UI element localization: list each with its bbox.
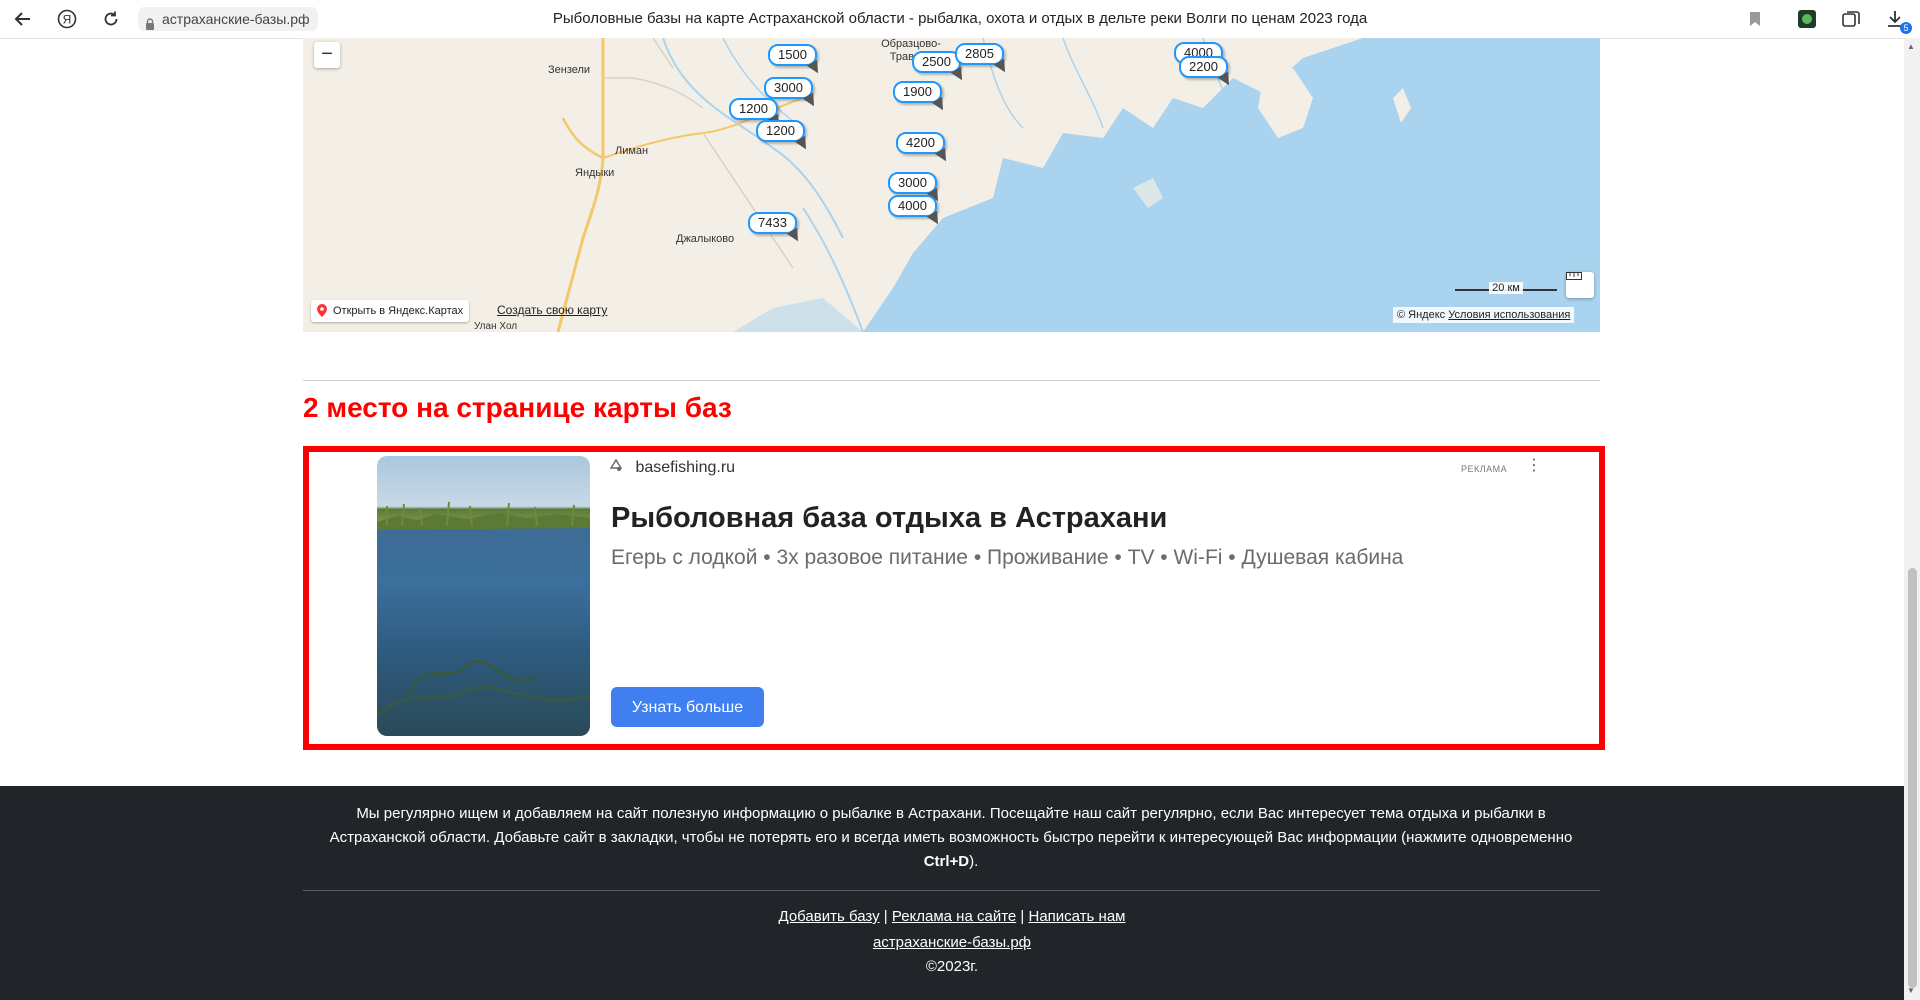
map-pin-icon: [317, 304, 327, 317]
learn-more-button[interactable]: Узнать больше: [611, 687, 764, 727]
collections-icon[interactable]: [1838, 6, 1864, 32]
terms-of-use-link[interactable]: Условия использования: [1448, 309, 1570, 321]
section-divider: [303, 380, 1600, 381]
price-marker[interactable]: 7433: [748, 212, 797, 234]
advertising-link[interactable]: Реклама на сайте: [892, 908, 1016, 925]
reload-icon[interactable]: [98, 6, 124, 32]
map-canvas: [556, 38, 1600, 332]
download-icon[interactable]: 5: [1882, 6, 1912, 34]
bookmark-icon[interactable]: [1742, 6, 1768, 32]
copyright-text: © Яндекс: [1397, 309, 1446, 321]
add-base-link[interactable]: Добавить базу: [779, 908, 880, 925]
create-map-link[interactable]: Создать свою карту: [497, 303, 607, 317]
scroll-thumb[interactable]: [1908, 568, 1917, 988]
ad-block[interactable]: basefishing.ru РЕКЛАМА ⋮ Рыболовная база…: [303, 446, 1605, 750]
link-separator: |: [883, 908, 888, 925]
map-scale-label: 20 км: [1489, 282, 1523, 294]
favicon-icon: [609, 458, 625, 477]
map-place-label: Улан Хол: [474, 321, 518, 332]
footer-text-main: Мы регулярно ищем и добавляем на сайт по…: [329, 805, 1573, 846]
price-marker[interactable]: 1200: [729, 98, 778, 120]
footer-links: Добавить базу | Реклама на сайте | Напис…: [0, 908, 1904, 925]
footer-text-end: ).: [969, 853, 979, 870]
ad-title[interactable]: Рыболовная база отдыха в Астрахани: [611, 502, 1167, 535]
link-separator: |: [1020, 908, 1025, 925]
address-bar[interactable]: астраханские-базы.рф: [138, 7, 318, 31]
price-marker[interactable]: 2805: [955, 43, 1004, 65]
price-marker[interactable]: 1900: [893, 81, 942, 103]
download-count-badge: 5: [1900, 22, 1912, 34]
open-in-yandex-maps-button[interactable]: Открыть в Яндекс.Картах: [311, 300, 470, 322]
page-scrollbar[interactable]: ▲ ▼: [1904, 38, 1920, 1000]
address-text: астраханские-базы.рф: [162, 11, 310, 27]
footer: Мы регулярно ищем и добавляем на сайт по…: [0, 786, 1904, 1000]
lock-icon: [145, 13, 155, 37]
price-marker[interactable]: 1500: [768, 44, 817, 66]
map-place-label: Джалыково: [676, 233, 735, 245]
contact-link[interactable]: Написать нам: [1029, 908, 1126, 925]
price-marker[interactable]: 1200: [756, 120, 805, 142]
footer-site: астраханские-базы.рф: [0, 934, 1904, 951]
price-marker[interactable]: 4000: [888, 195, 937, 217]
price-marker[interactable]: 3000: [764, 77, 813, 99]
zoom-out-button[interactable]: −: [314, 42, 340, 68]
ad-label: РЕКЛАМА: [1461, 464, 1508, 474]
ad-photo[interactable]: [377, 456, 590, 736]
scroll-up-icon[interactable]: ▲: [1907, 42, 1915, 51]
yandex-logo-icon[interactable]: Я: [54, 6, 80, 32]
map-copyright: © Яндекс Условия использования: [1393, 307, 1575, 323]
ad-description: Егерь с лодкой • 3х разовое питание • Пр…: [611, 546, 1404, 569]
page-tab-title: Рыболовные базы на карте Астраханской об…: [552, 10, 1368, 27]
map-place-label: Лиман: [615, 145, 649, 157]
footer-text: Мы регулярно ищем и добавляем на сайт по…: [318, 802, 1584, 874]
footer-copyright: ©2023г.: [925, 958, 979, 975]
map-place-label: Зензели: [548, 64, 591, 76]
open-in-yandex-maps-label: Открыть в Яндекс.Картах: [333, 305, 464, 317]
more-options-icon[interactable]: ⋮: [1526, 458, 1542, 474]
map-scale: 20 км: [1455, 282, 1557, 298]
price-marker[interactable]: 4200: [896, 132, 945, 154]
extension-icon[interactable]: [1794, 6, 1820, 32]
ruler-icon[interactable]: [1566, 272, 1594, 298]
footer-shortcut: Ctrl+D: [923, 853, 970, 870]
ad-domain[interactable]: basefishing.ru: [609, 458, 735, 477]
price-marker[interactable]: 3000: [888, 172, 937, 194]
yandex-map[interactable]: − Зензели Лиман Яндыки Джалыково Улан Хо…: [303, 38, 1600, 332]
price-marker[interactable]: 2500: [912, 51, 961, 73]
section-title: 2 место на странице карты баз: [303, 392, 732, 423]
site-link[interactable]: астраханские-базы.рф: [873, 934, 1031, 951]
price-marker[interactable]: 2200: [1179, 56, 1228, 78]
scroll-down-icon[interactable]: ▼: [1907, 986, 1915, 995]
browser-toolbar: Я астраханские-базы.рф Рыболовные базы н…: [0, 0, 1920, 39]
map-place-label: Яндыки: [575, 167, 615, 179]
svg-text:Я: Я: [63, 13, 72, 27]
footer-divider: [303, 890, 1600, 891]
back-arrow-icon[interactable]: [10, 6, 36, 32]
ad-domain-text: basefishing.ru: [635, 459, 736, 476]
